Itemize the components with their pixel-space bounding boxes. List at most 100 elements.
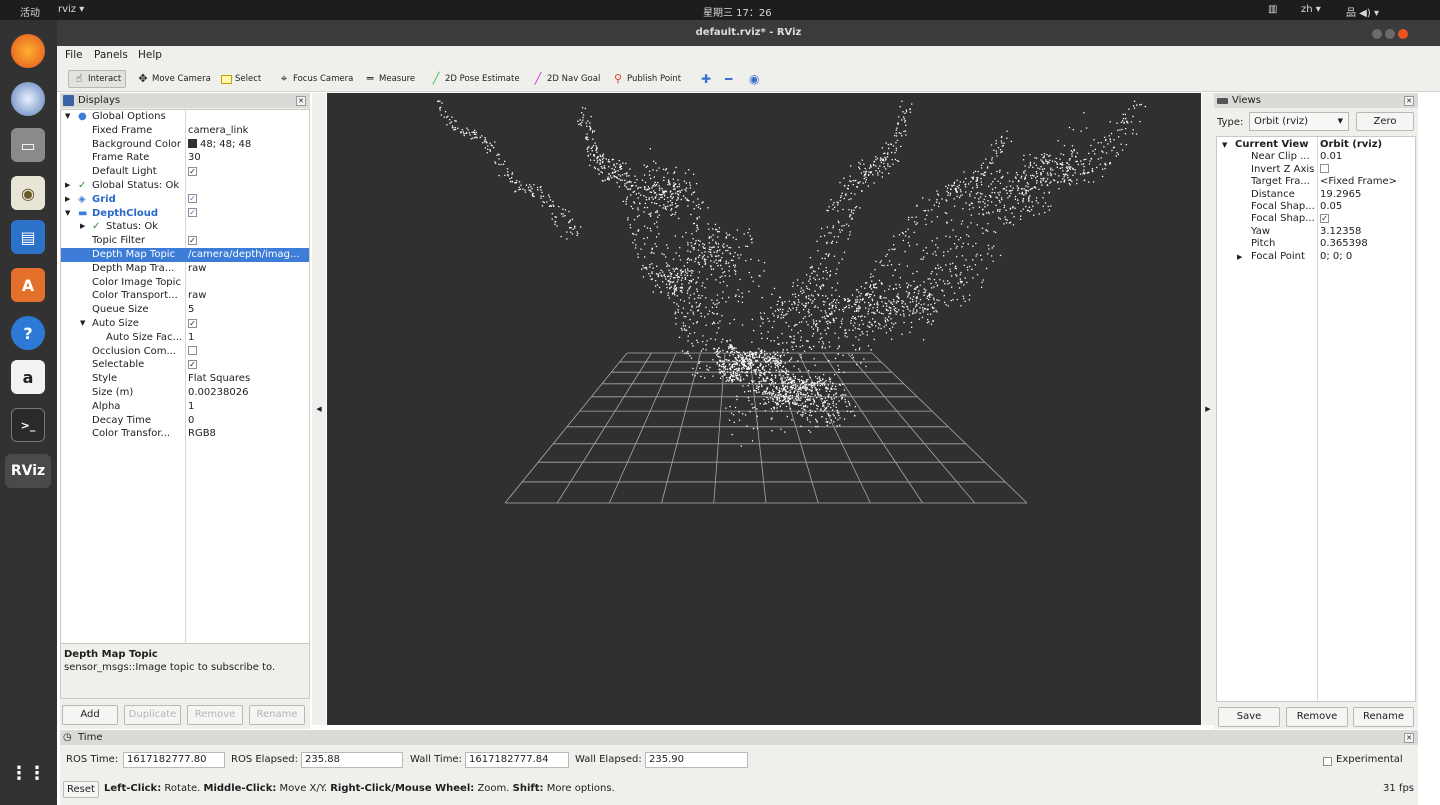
keyboard-icon[interactable]: ▥ (1268, 4, 1277, 15)
panel-close-icon[interactable]: ✕ (1404, 96, 1414, 106)
render-viewport[interactable] (327, 93, 1201, 725)
row-value[interactable]: 1 (188, 400, 309, 414)
tree-row-color-transport[interactable]: Color Transport... raw (61, 289, 309, 303)
software-center-icon[interactable]: A (11, 268, 45, 302)
row-value[interactable]: 0.01 (1320, 151, 1415, 163)
expand-arrow-icon[interactable]: ▼ (80, 317, 85, 331)
ros-elapsed-field[interactable]: 235.88 (301, 752, 403, 768)
view-row-focal-point[interactable]: ▶ Focal Point 0; 0; 0 (1217, 251, 1415, 263)
row-value[interactable]: 0; 0; 0 (1320, 251, 1415, 263)
view-row-yaw[interactable]: Yaw 3.12358 (1217, 226, 1415, 238)
tree-row-size[interactable]: Size (m) 0.00238026 (61, 386, 309, 400)
activities-button[interactable]: 活动 (20, 4, 40, 19)
duplicate-button[interactable]: Duplicate (124, 705, 181, 725)
expand-arrow-icon[interactable]: ▶ (1237, 251, 1242, 263)
row-value[interactable]: raw (188, 262, 309, 276)
nav-goal-tool[interactable]: ╱ 2D Nav Goal (532, 70, 601, 88)
tree-row-global-options[interactable]: ▼ ● Global Options (61, 110, 309, 124)
view-row-current[interactable]: ▼ Current View Orbit (rviz) (1217, 139, 1415, 151)
row-value[interactable]: ✓ (188, 193, 309, 207)
tree-row-grid[interactable]: ▶ ◈ Grid ✓ (61, 193, 309, 207)
view-row-invert-z[interactable]: Invert Z Axis (1217, 164, 1415, 176)
rviz-dock-icon[interactable]: RViz (5, 454, 51, 488)
row-value[interactable]: 0 (188, 414, 309, 428)
row-value[interactable]: <Fixed Frame> (1320, 176, 1415, 188)
row-value[interactable]: 48; 48; 48 (188, 138, 309, 152)
tree-row-style[interactable]: Style Flat Squares (61, 372, 309, 386)
row-value[interactable]: 0.00238026 (188, 386, 309, 400)
wall-elapsed-field[interactable]: 235.90 (645, 752, 748, 768)
view-row-target-frame[interactable]: Target Fra... <Fixed Frame> (1217, 176, 1415, 188)
rename-view-button[interactable]: Rename (1353, 707, 1414, 727)
close-icon[interactable] (1398, 29, 1408, 39)
clock[interactable]: 星期三 17：26 (703, 4, 772, 19)
rhythmbox-icon[interactable]: ◉ (11, 176, 45, 210)
checkbox-checked[interactable]: ✓ (1320, 213, 1329, 223)
pose-estimate-tool[interactable]: ╱ 2D Pose Estimate (430, 70, 520, 88)
menu-help[interactable]: Help (138, 49, 162, 61)
writer-icon[interactable]: ▤ (11, 220, 45, 254)
files-icon[interactable]: ▭ (11, 128, 45, 162)
tree-row-frame-rate[interactable]: Frame Rate 30 (61, 151, 309, 165)
language-selector[interactable]: zh ▾ (1301, 4, 1321, 15)
firefox-icon[interactable] (11, 34, 45, 68)
rename-button[interactable]: Rename (249, 705, 305, 725)
remove-button[interactable]: Remove (187, 705, 243, 725)
displays-tree[interactable]: ▼ ● Global Options Fixed Frame camera_link … (60, 109, 310, 657)
tree-row-queue-size[interactable]: Queue Size 5 (61, 303, 309, 317)
checkbox-checked[interactable]: ✓ (188, 318, 197, 328)
status-icons[interactable]: 品 ◀) ▾ (1346, 4, 1379, 19)
ros-time-field[interactable]: 1617182777.80 (123, 752, 225, 768)
help-icon[interactable]: ? (11, 316, 45, 350)
checkbox-unchecked[interactable] (188, 346, 197, 356)
row-value[interactable]: ✓ (188, 317, 309, 331)
tree-row-decay-time[interactable]: Decay Time 0 (61, 414, 309, 428)
tree-row-status-ok[interactable]: ▶ ✓ Status: Ok (61, 220, 309, 234)
expand-arrow-icon[interactable]: ▶ (80, 220, 85, 234)
tree-row-default-light[interactable]: Default Light ✓ (61, 165, 309, 179)
row-value[interactable] (188, 345, 309, 359)
row-value[interactable] (1320, 164, 1415, 176)
measure-tool[interactable]: ═ Measure (364, 70, 415, 88)
row-value[interactable]: ✓ (188, 358, 309, 372)
zero-button[interactable]: Zero (1356, 112, 1414, 131)
tree-row-fixed-frame[interactable]: Fixed Frame camera_link (61, 124, 309, 138)
panel-close-icon[interactable]: ✕ (296, 96, 306, 106)
view-row-focal-shape-fixed[interactable]: Focal Shap... ✓ (1217, 213, 1415, 225)
add-tool-icon[interactable]: ✚ (701, 70, 711, 88)
panel-close-icon[interactable]: ✕ (1404, 733, 1414, 743)
row-value[interactable]: 0.05 (1320, 201, 1415, 213)
checkbox-checked[interactable]: ✓ (188, 235, 197, 245)
expand-arrow-icon[interactable]: ▼ (65, 207, 70, 221)
experimental-checkbox[interactable] (1323, 757, 1332, 766)
view-type-dropdown[interactable]: Orbit (rviz) ▼ (1249, 112, 1349, 131)
row-value[interactable]: /camera/depth/imag... (188, 248, 309, 262)
tree-row-depthcloud[interactable]: ▼ ▬ DepthCloud ✓ (61, 207, 309, 221)
expand-arrow-icon[interactable]: ▼ (65, 110, 70, 124)
row-value[interactable]: 30 (188, 151, 309, 165)
amazon-icon[interactable]: a (11, 360, 45, 394)
menu-panels[interactable]: Panels (94, 49, 128, 61)
remove-tool-icon[interactable]: ━ (725, 70, 732, 88)
view-row-near-clip[interactable]: Near Clip ... 0.01 (1217, 151, 1415, 163)
tree-row-auto-size-factor[interactable]: Auto Size Fac... 1 (61, 331, 309, 345)
checkbox-checked[interactable]: ✓ (188, 166, 197, 176)
row-value[interactable]: 0.365398 (1320, 238, 1415, 250)
row-value[interactable]: 1 (188, 331, 309, 345)
tree-row-color-transformer[interactable]: Color Transfor... RGB8 (61, 427, 309, 441)
row-value[interactable]: ✓ (188, 234, 309, 248)
wall-time-field[interactable]: 1617182777.84 (465, 752, 569, 768)
add-button[interactable]: Add (62, 705, 118, 725)
terminal-icon[interactable]: >_ (11, 408, 45, 442)
tree-row-color-image-topic[interactable]: Color Image Topic (61, 276, 309, 290)
row-value[interactable]: Flat Squares (188, 372, 309, 386)
expand-arrow-icon[interactable]: ▼ (1222, 139, 1227, 151)
row-value[interactable]: RGB8 (188, 427, 309, 441)
row-value[interactable]: ✓ (188, 165, 309, 179)
expand-arrow-icon[interactable]: ▶ (65, 193, 70, 207)
remove-view-button[interactable]: Remove (1286, 707, 1348, 727)
interact-tool[interactable]: ☝ Interact (68, 70, 127, 88)
thunderbird-icon[interactable] (11, 82, 45, 116)
row-value[interactable]: 5 (188, 303, 309, 317)
select-tool[interactable]: Select (221, 70, 261, 88)
